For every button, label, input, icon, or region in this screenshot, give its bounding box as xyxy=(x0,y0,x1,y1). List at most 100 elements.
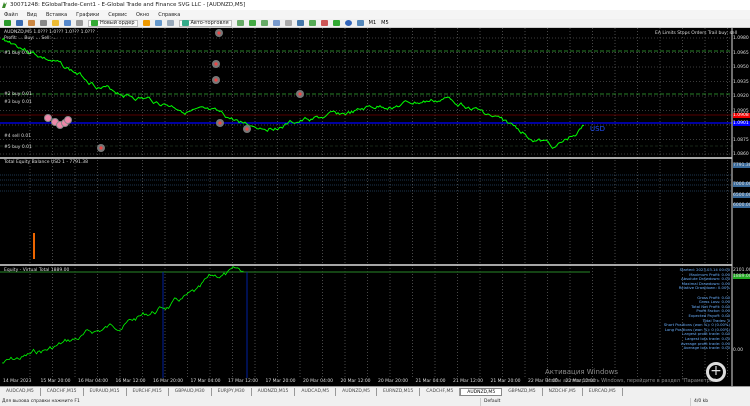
templates-icon[interactable] xyxy=(356,20,364,26)
chart-shift-icon[interactable] xyxy=(320,20,328,26)
chart-canvas xyxy=(0,28,733,386)
chart-tab[interactable]: AUDNZD,M15 xyxy=(252,388,296,396)
equity-scale-label: 0.00 xyxy=(733,348,744,353)
time-axis-label: 17 Mar 12:00 xyxy=(228,379,259,384)
activation-watermark: Активация Windows xyxy=(545,368,619,376)
activation-watermark-sub: Чтобы активировать Windows, перейдите в … xyxy=(545,378,718,384)
app-logo-icon xyxy=(2,2,7,8)
chart-tab[interactable]: EURAUD,M15 xyxy=(84,388,127,396)
chart-tab[interactable]: GBPAUD,M30 xyxy=(169,388,212,396)
chart-tab[interactable]: AUDCAD,M5 xyxy=(0,388,41,396)
time-axis-label: 17 Mar 04:00 xyxy=(190,379,221,384)
price-scale-label: 1.0920 xyxy=(733,94,749,99)
indicator-scale-label: 6500.00 xyxy=(733,193,750,198)
trade-marker-dot xyxy=(99,146,103,150)
time-axis-label: 20 Mar 20:00 xyxy=(378,379,409,384)
price-scale-label: 1.0980 xyxy=(733,36,749,41)
new-order-label: Новый ордер xyxy=(100,20,135,26)
menu-item[interactable]: Справка xyxy=(158,12,180,18)
order-label[interactable]: #3 buy 0.01 xyxy=(4,100,32,105)
navigator-icon[interactable] xyxy=(52,20,59,26)
periods-icon[interactable] xyxy=(344,20,352,26)
chart-tab[interactable]: EURNZD,M15 xyxy=(377,388,421,396)
autotrading-button[interactable]: Авто-торговля xyxy=(178,19,232,27)
menu-item[interactable]: Вставка xyxy=(46,12,67,18)
equity-title: Equity - Virtual Total 1889.00 xyxy=(4,268,70,273)
magnifier-icon[interactable]: + xyxy=(706,362,726,382)
autotrading-icon xyxy=(181,20,189,26)
new-order-button[interactable]: Новый ордер xyxy=(88,19,138,27)
menu-item[interactable]: Вид xyxy=(27,12,37,18)
autotrading-label: Авто-торговля xyxy=(190,20,229,26)
price-tag: 1.0908 xyxy=(733,113,750,118)
crosshair-icon[interactable] xyxy=(40,20,47,26)
time-axis-label: 21 Mar 04:00 xyxy=(415,379,446,384)
chart-tabs: AUDCAD,M5 CADCHF,M15 EURAUD,M15 EURCHF,M15 G… xyxy=(0,386,750,397)
indicators-icon[interactable] xyxy=(332,20,340,26)
terminal-icon[interactable] xyxy=(64,20,71,26)
menu-item[interactable]: Сервис xyxy=(108,12,127,18)
indicator-title: Total Equity Balance USD 1 - 7791.38 xyxy=(4,160,88,165)
status-bar: Для вызова справки нажмите F1 xyxy=(0,397,750,406)
zoom-out-icon[interactable] xyxy=(284,20,292,26)
market-watch-icon[interactable] xyxy=(28,20,35,26)
experts-icon[interactable] xyxy=(142,20,150,26)
price-tag: 1.0901 xyxy=(733,121,750,126)
currency-label: USD xyxy=(590,125,605,133)
autoscroll-icon[interactable] xyxy=(308,20,316,26)
new-chart-icon[interactable] xyxy=(4,20,11,26)
chart-window[interactable]: AUDNZD,M5 1.0??? 1.0??? 1.0??? 1.0??? Pr… xyxy=(0,28,750,386)
candles-icon[interactable] xyxy=(248,20,256,26)
time-axis-label: 16 Mar 20:00 xyxy=(153,379,184,384)
tester-icon[interactable] xyxy=(76,20,83,26)
chart-tab[interactable]: GBPNZD,M5 xyxy=(502,388,543,396)
indicator-scale-label: 7000.00 xyxy=(733,182,750,187)
ea-info: Profit: ... Buy: ... Sell: ... xyxy=(4,36,57,41)
chart-tab[interactable]: NZDCHF,M5 xyxy=(543,388,583,396)
chart-tab[interactable]: EURCAD,M5 xyxy=(583,388,623,396)
chart-tab[interactable]: AUDCAD,M5 xyxy=(295,388,337,396)
time-axis-label: 14 Mar 2023 xyxy=(3,379,32,384)
line-chart-icon[interactable] xyxy=(260,20,268,26)
chart-tab[interactable]: CADCHF,M15 xyxy=(41,388,84,396)
status-help: Для вызова справки нажмите F1 xyxy=(2,399,80,404)
chart-tab[interactable]: CADCHF,M5 xyxy=(420,388,461,396)
order-label[interactable]: #5 buy 0.01 xyxy=(4,145,32,150)
stats-panel: Started: 2023.03.14 00:00 Maximum Profit:… xyxy=(664,267,730,351)
price-scale-label: 1.0860 xyxy=(733,152,749,157)
chart-tab[interactable]: EURCHF,M15 xyxy=(127,388,169,396)
period-m5[interactable]: M5 xyxy=(381,20,389,26)
menu-item[interactable]: Окно xyxy=(136,12,149,18)
time-axis-label: 16 Mar 04:00 xyxy=(78,379,109,384)
title-bar: 30071248: EGlobalTrade-Cent1 - E-Global … xyxy=(0,0,750,10)
status-profile: Default xyxy=(480,398,500,406)
tile-windows-icon[interactable] xyxy=(296,20,304,26)
time-axis-label: 20 Mar 04:00 xyxy=(303,379,334,384)
time-axis-label: 20 Mar 12:00 xyxy=(340,379,371,384)
metaeditor-icon[interactable] xyxy=(154,20,162,26)
trade-marker xyxy=(64,116,72,124)
time-axis-label: 17 Mar 20:00 xyxy=(265,379,296,384)
price-line xyxy=(1,38,585,150)
chart-tab[interactable]: AUDNZD,M5 xyxy=(336,388,378,396)
menu-item[interactable]: Графики xyxy=(76,12,99,18)
menu-item[interactable]: Файл xyxy=(4,12,18,18)
zoom-in-icon[interactable] xyxy=(272,20,280,26)
period-m1[interactable]: M1 xyxy=(369,20,377,26)
price-scale-label: 1.0950 xyxy=(733,65,749,70)
status-connection: 4/0 kb xyxy=(690,398,708,406)
order-label[interactable]: #2 buy 0.01 xyxy=(4,92,32,97)
chart-tab[interactable]: AUDNZD,M5 xyxy=(460,388,503,396)
order-label[interactable]: #4 sell 0.01 xyxy=(4,134,31,139)
options-icon[interactable] xyxy=(166,20,174,26)
indicator-bar xyxy=(33,233,35,259)
toolbar: Новый ордер Авто-торговля M1 M5 xyxy=(0,19,750,28)
indicator-scale-label: 6000.00 xyxy=(733,203,750,208)
chart-tab[interactable]: EURJPY,M30 xyxy=(212,388,252,396)
trade-marker-dot xyxy=(298,92,302,96)
menu-bar: Файл Вид Вставка Графики Сервис Окно Справка xyxy=(0,10,750,19)
order-label[interactable]: #1 buy 0.01 xyxy=(4,51,32,56)
bar-chart-icon[interactable] xyxy=(236,20,244,26)
save-icon[interactable] xyxy=(16,20,23,26)
equity-scale-label: 1889.00 xyxy=(733,274,750,279)
